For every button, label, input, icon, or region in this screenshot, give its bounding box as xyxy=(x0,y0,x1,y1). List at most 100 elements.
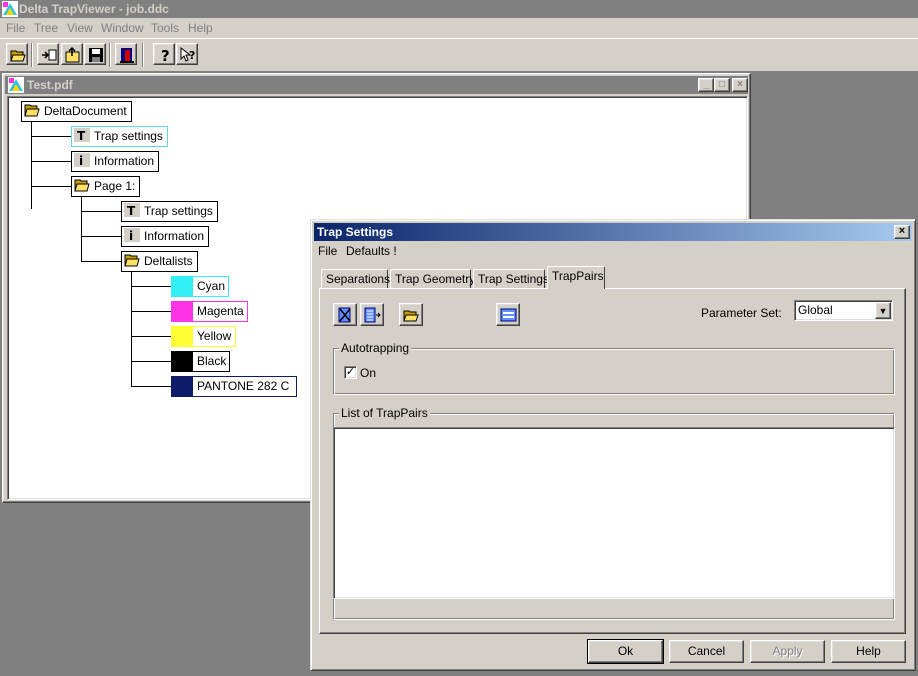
document-icon xyxy=(8,77,24,93)
autotrapping-label: Autotrapping xyxy=(339,341,412,355)
tree-line xyxy=(131,336,171,337)
help-button[interactable]: ? xyxy=(153,43,175,65)
color-swatch xyxy=(172,377,193,396)
tab-trap-geometry[interactable]: Trap Geometry xyxy=(390,269,475,289)
open-folder-icon xyxy=(403,310,419,322)
add-trappair-button[interactable] xyxy=(360,303,384,326)
apply-button[interactable]: Apply xyxy=(750,640,825,663)
separation-black[interactable]: Black xyxy=(171,351,230,372)
dialog-close-button[interactable]: × xyxy=(894,225,910,239)
save-button[interactable] xyxy=(84,43,106,65)
open-folder-icon xyxy=(10,50,26,62)
menu-file[interactable]: File xyxy=(6,21,25,35)
save-icon xyxy=(89,48,103,62)
text-icon: T xyxy=(124,203,140,217)
export-icon xyxy=(65,47,80,63)
toolbar: ? ? xyxy=(0,38,918,72)
ok-button[interactable]: Ok xyxy=(587,639,664,664)
tree-node-information[interactable]: i Information xyxy=(71,151,160,172)
svg-text:?: ? xyxy=(161,47,170,63)
toolbar-separator xyxy=(142,43,144,67)
tree-line xyxy=(131,272,132,387)
exit-button[interactable] xyxy=(115,43,137,65)
properties-icon xyxy=(500,308,517,322)
trappairs-list[interactable] xyxy=(333,427,895,599)
cancel-button[interactable]: Cancel xyxy=(669,640,744,663)
tree-line xyxy=(81,261,121,262)
dialog-title-bar: Trap Settings × xyxy=(314,223,912,241)
info-icon: i xyxy=(74,153,90,167)
delete-icon xyxy=(338,307,351,323)
tree-node-deltalists[interactable]: Deltalists xyxy=(121,251,198,272)
tree-line xyxy=(31,136,71,137)
autotrapping-checkbox-label: On xyxy=(360,366,377,380)
tree-node-page-information[interactable]: i Information xyxy=(121,226,210,247)
tree-line xyxy=(31,186,71,187)
color-swatch xyxy=(172,352,193,371)
app-title-bar: Delta TrapViewer - job.ddc xyxy=(0,0,918,18)
separation-pantone-282-c[interactable]: PANTONE 282 C xyxy=(171,376,297,397)
help-dialog-button[interactable]: Help xyxy=(831,640,906,663)
minimize-button[interactable]: _ xyxy=(698,78,714,92)
close-button[interactable]: × xyxy=(732,78,748,92)
svg-text:T: T xyxy=(77,129,86,142)
trap-settings-dialog: Trap Settings × File Defaults ! Separati… xyxy=(310,219,916,671)
svg-text:T: T xyxy=(127,204,136,217)
tree-line xyxy=(31,119,32,209)
tree-line xyxy=(81,211,121,212)
list-add-icon xyxy=(364,307,381,323)
open-trappairs-button[interactable] xyxy=(399,303,423,326)
menu-bar: File Tree View Window Tools Help xyxy=(0,18,918,38)
import-icon xyxy=(42,49,57,61)
autotrapping-checkbox[interactable]: ✓ xyxy=(344,366,357,379)
export-button[interactable] xyxy=(61,43,83,65)
folder-open-icon xyxy=(24,104,40,117)
tree-line xyxy=(131,311,171,312)
maximize-button[interactable]: □ xyxy=(714,78,730,92)
separation-yellow[interactable]: Yellow xyxy=(171,326,236,347)
dialog-menu-file[interactable]: File xyxy=(318,244,337,258)
separation-cyan[interactable]: Cyan xyxy=(171,276,229,297)
app-icon xyxy=(2,1,18,17)
exit-icon xyxy=(120,48,134,63)
svg-text:i: i xyxy=(79,154,83,167)
context-help-icon: ? xyxy=(180,47,195,62)
menu-view[interactable]: View xyxy=(67,21,93,35)
document-title-bar: Test.pdf _ □ × xyxy=(5,76,748,94)
tree-line xyxy=(131,361,171,362)
tree-node-trap-settings[interactable]: T Trap settings xyxy=(71,126,168,147)
tree-line xyxy=(31,161,71,162)
chevron-down-icon[interactable]: ▼ xyxy=(875,302,891,319)
menu-window[interactable]: Window xyxy=(101,21,144,35)
parameter-set-label: Parameter Set: xyxy=(701,306,782,320)
menu-tools[interactable]: Tools xyxy=(151,21,179,35)
import-button[interactable] xyxy=(37,43,59,65)
separation-magenta[interactable]: Magenta xyxy=(171,301,248,322)
info-icon: i xyxy=(124,228,140,242)
menu-tree[interactable]: Tree xyxy=(34,21,58,35)
toolbar-separator xyxy=(31,43,33,67)
open-button[interactable] xyxy=(6,43,28,65)
svg-text:?: ? xyxy=(189,49,195,62)
menu-help[interactable]: Help xyxy=(188,21,213,35)
color-swatch xyxy=(172,327,193,346)
parameter-set-select[interactable]: Global ▼ xyxy=(794,300,893,321)
tab-separations[interactable]: Separations xyxy=(321,269,390,289)
tab-trappairs[interactable]: TrapPairs xyxy=(547,266,605,289)
tab-trap-settings[interactable]: Trap Settings xyxy=(473,269,549,289)
trappairs-list-label: List of TrapPairs xyxy=(339,406,430,420)
tree-line xyxy=(131,286,171,287)
delete-trappair-button[interactable] xyxy=(333,303,357,326)
app-title: Delta TrapViewer - job.ddc xyxy=(19,2,169,16)
properties-button[interactable] xyxy=(496,303,520,326)
context-help-button[interactable]: ? xyxy=(176,43,198,65)
dialog-menu-defaults[interactable]: Defaults ! xyxy=(346,244,397,258)
tree-node-deltadocument[interactable]: DeltaDocument xyxy=(21,101,132,122)
tree-line xyxy=(131,386,171,387)
folder-open-icon xyxy=(124,254,140,267)
autotrapping-group xyxy=(333,348,895,395)
tree-node-page-trap-settings[interactable]: T Trap settings xyxy=(121,201,218,222)
tree-node-page-1[interactable]: Page 1: xyxy=(71,176,141,197)
tree-line xyxy=(81,197,82,262)
text-icon: T xyxy=(74,128,90,142)
